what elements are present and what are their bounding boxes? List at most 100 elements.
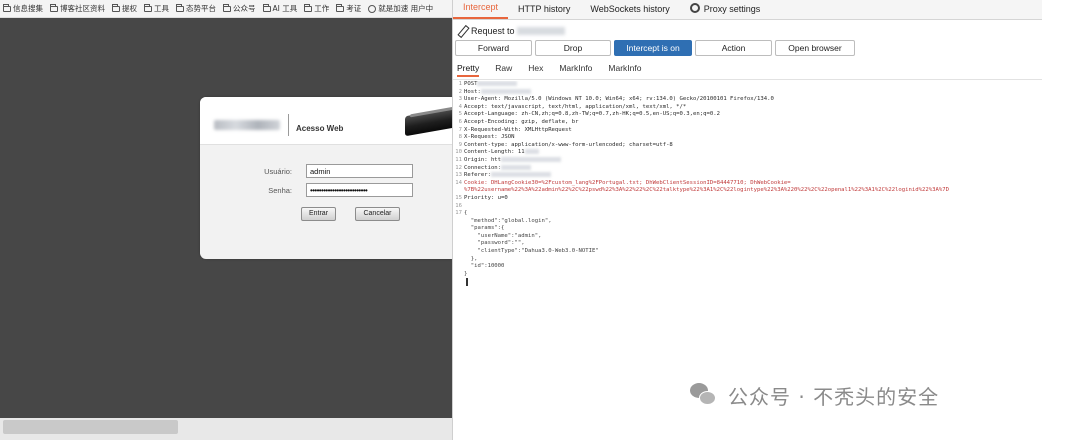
subtab-markinfo-2[interactable]: MarkInfo (608, 63, 641, 77)
request-line: 11 Origin: htt (453, 156, 1042, 165)
folder-icon (262, 3, 271, 12)
bookmark-item[interactable]: 信息搜集 (3, 3, 43, 14)
redacted-text (501, 156, 562, 162)
right-margin (1042, 0, 1080, 440)
bookmark-item[interactable]: 就是加速 用户中 (368, 3, 433, 14)
request-line: 9 Content-type: application/x-www-form-ur… (453, 142, 1042, 150)
watermark-text: 公众号 · 不秃头的安全 (728, 384, 940, 409)
folder-icon (3, 3, 11, 12)
request-line: }, (453, 256, 1042, 264)
subtab-hex[interactable]: Hex (528, 63, 543, 77)
line-text: } (464, 270, 468, 277)
line-text: "method":"global.login", (464, 217, 552, 224)
line-text: "clientType":"Dahua3.0-Web3.0-NOTIE" (464, 248, 599, 255)
proxy-tabs: Intercept HTTP history WebSockets histor… (453, 0, 1042, 20)
bookmark-item[interactable]: 工具 (144, 3, 169, 14)
bookmark-item[interactable]: 态势平台 (176, 3, 216, 14)
request-line: "params":{ (453, 225, 1042, 233)
globe-icon (368, 4, 377, 13)
tab-websockets-history[interactable]: WebSockets history (580, 0, 679, 19)
request-target-row: Request to (457, 24, 565, 38)
tab-intercept[interactable]: Intercept (453, 0, 509, 19)
caret-line (453, 278, 1042, 287)
action-button[interactable]: Action (695, 40, 772, 56)
bookmark-item[interactable]: 博客社区资料 (50, 3, 105, 14)
line-text: Accept-Language: zh-CN,zh;q=0.8,zh-TW;q=… (464, 111, 720, 118)
tab-http-history[interactable]: HTTP history (508, 0, 580, 19)
request-line: 4 Accept: text/javascript, text/html, app… (453, 104, 1042, 112)
line-text: "password":"", (464, 240, 525, 247)
intercept-toggle-button[interactable]: Intercept is on (614, 40, 692, 56)
line-number: 4 (458, 103, 462, 110)
open-browser-button[interactable]: Open browser (775, 40, 855, 56)
bookmark-label: 公众号 (233, 4, 256, 13)
line-text: Content-Length: 11 (464, 149, 525, 156)
redacted-text (524, 149, 539, 155)
bookmark-item[interactable]: 提权 (112, 3, 137, 14)
line-number: 16 (455, 202, 462, 209)
line-text: Host: (464, 88, 481, 95)
line-text: }, (464, 255, 478, 262)
login-title: Acesso Web (296, 124, 344, 133)
bookmark-item[interactable]: 工作 (304, 3, 329, 14)
forward-button[interactable]: Forward (455, 40, 532, 56)
subtab-markinfo[interactable]: MarkInfo (559, 63, 592, 77)
wechat-icon (690, 383, 718, 407)
bookmark-label: 就是加速 用户中 (378, 4, 434, 13)
username-input[interactable]: admin (306, 164, 413, 178)
gear-icon (689, 3, 700, 13)
bookmark-label: 信息搜集 (13, 4, 43, 13)
line-text: User-Agent: Mozilla/5.0 (Windows NT 10.0… (464, 96, 774, 103)
message-view-tabs: Pretty Raw Hex MarkInfo MarkInfo (457, 63, 658, 77)
line-text: { (464, 210, 468, 217)
header-divider (288, 114, 289, 136)
line-text: Accept: text/javascript, text/html, appl… (464, 103, 687, 110)
brand-logo-redacted (214, 120, 280, 130)
request-line: 7 X-Requested-With: XMLHttpRequest (453, 127, 1042, 135)
line-number: 13 (455, 172, 462, 179)
request-line: 8 X-Request: JSON (453, 134, 1042, 142)
request-line: 3 User-Agent: Mozilla/5.0 (Windows NT 10.… (453, 96, 1042, 104)
request-line: "method":"global.login", (453, 218, 1042, 226)
bookmark-label: 提权 (122, 4, 137, 13)
subtab-pretty[interactable]: Pretty (457, 63, 480, 77)
line-text: X-Request: JSON (464, 134, 515, 141)
drop-button[interactable]: Drop (535, 40, 611, 56)
redacted-text (501, 164, 532, 170)
request-line: 14 Cookie: DHLangCookie30=%2Fcustom_lang%… (453, 180, 1042, 188)
horizontal-scrollbar[interactable] (3, 420, 178, 434)
folder-icon (112, 3, 120, 12)
screenshot-root: 信息搜集 博客社区资料 提权 工具 态势平台 公众号 AI 工具 工作 考证 就是加速 用户中 A… (0, 0, 1080, 440)
password-label: Senha: (268, 186, 292, 195)
request-line: 13 Referer: (453, 172, 1042, 180)
redacted-text (490, 172, 551, 178)
password-input[interactable]: •••••••••••••••••••••••••• (306, 183, 413, 197)
request-line: } (453, 271, 1042, 279)
redacted-text (480, 88, 531, 94)
subtab-raw[interactable]: Raw (495, 63, 512, 77)
request-editor[interactable]: 1 POST 2 Host: 3 User-Agent: Mozilla/5.0 (Win… (453, 81, 1042, 421)
subtab-divider (453, 79, 1042, 80)
cancel-button[interactable]: Cancelar (355, 207, 400, 221)
request-label: Request to (471, 26, 515, 36)
line-number: 6 (458, 118, 462, 125)
folder-icon (304, 3, 313, 12)
line-number: 15 (455, 194, 462, 201)
line-text: Content-type: application/x-www-form-url… (464, 141, 673, 148)
burp-proxy-panel: Intercept HTTP history WebSockets histor… (452, 0, 1042, 440)
line-number: 17 (455, 210, 462, 217)
tab-proxy-settings[interactable]: Proxy settings (680, 0, 771, 19)
request-line: 12 Connection: (453, 164, 1042, 173)
request-line: 6 Accept-Encoding: gzip, deflate, br (453, 119, 1042, 127)
line-number: 3 (458, 96, 462, 103)
watermark: 公众号 · 不秃头的安全 (690, 380, 939, 410)
bookmark-item[interactable]: AI 工具 (262, 3, 297, 14)
enter-button[interactable]: Entrar (301, 207, 336, 221)
login-header: Acesso Web (200, 97, 452, 145)
bookmark-item[interactable]: 考证 (336, 3, 361, 14)
line-number: 9 (458, 141, 462, 148)
bookmark-item[interactable]: 公众号 (223, 3, 256, 14)
username-label: Usuário: (264, 167, 292, 176)
line-number: 10 (455, 149, 462, 156)
line-number: 11 (455, 156, 462, 163)
